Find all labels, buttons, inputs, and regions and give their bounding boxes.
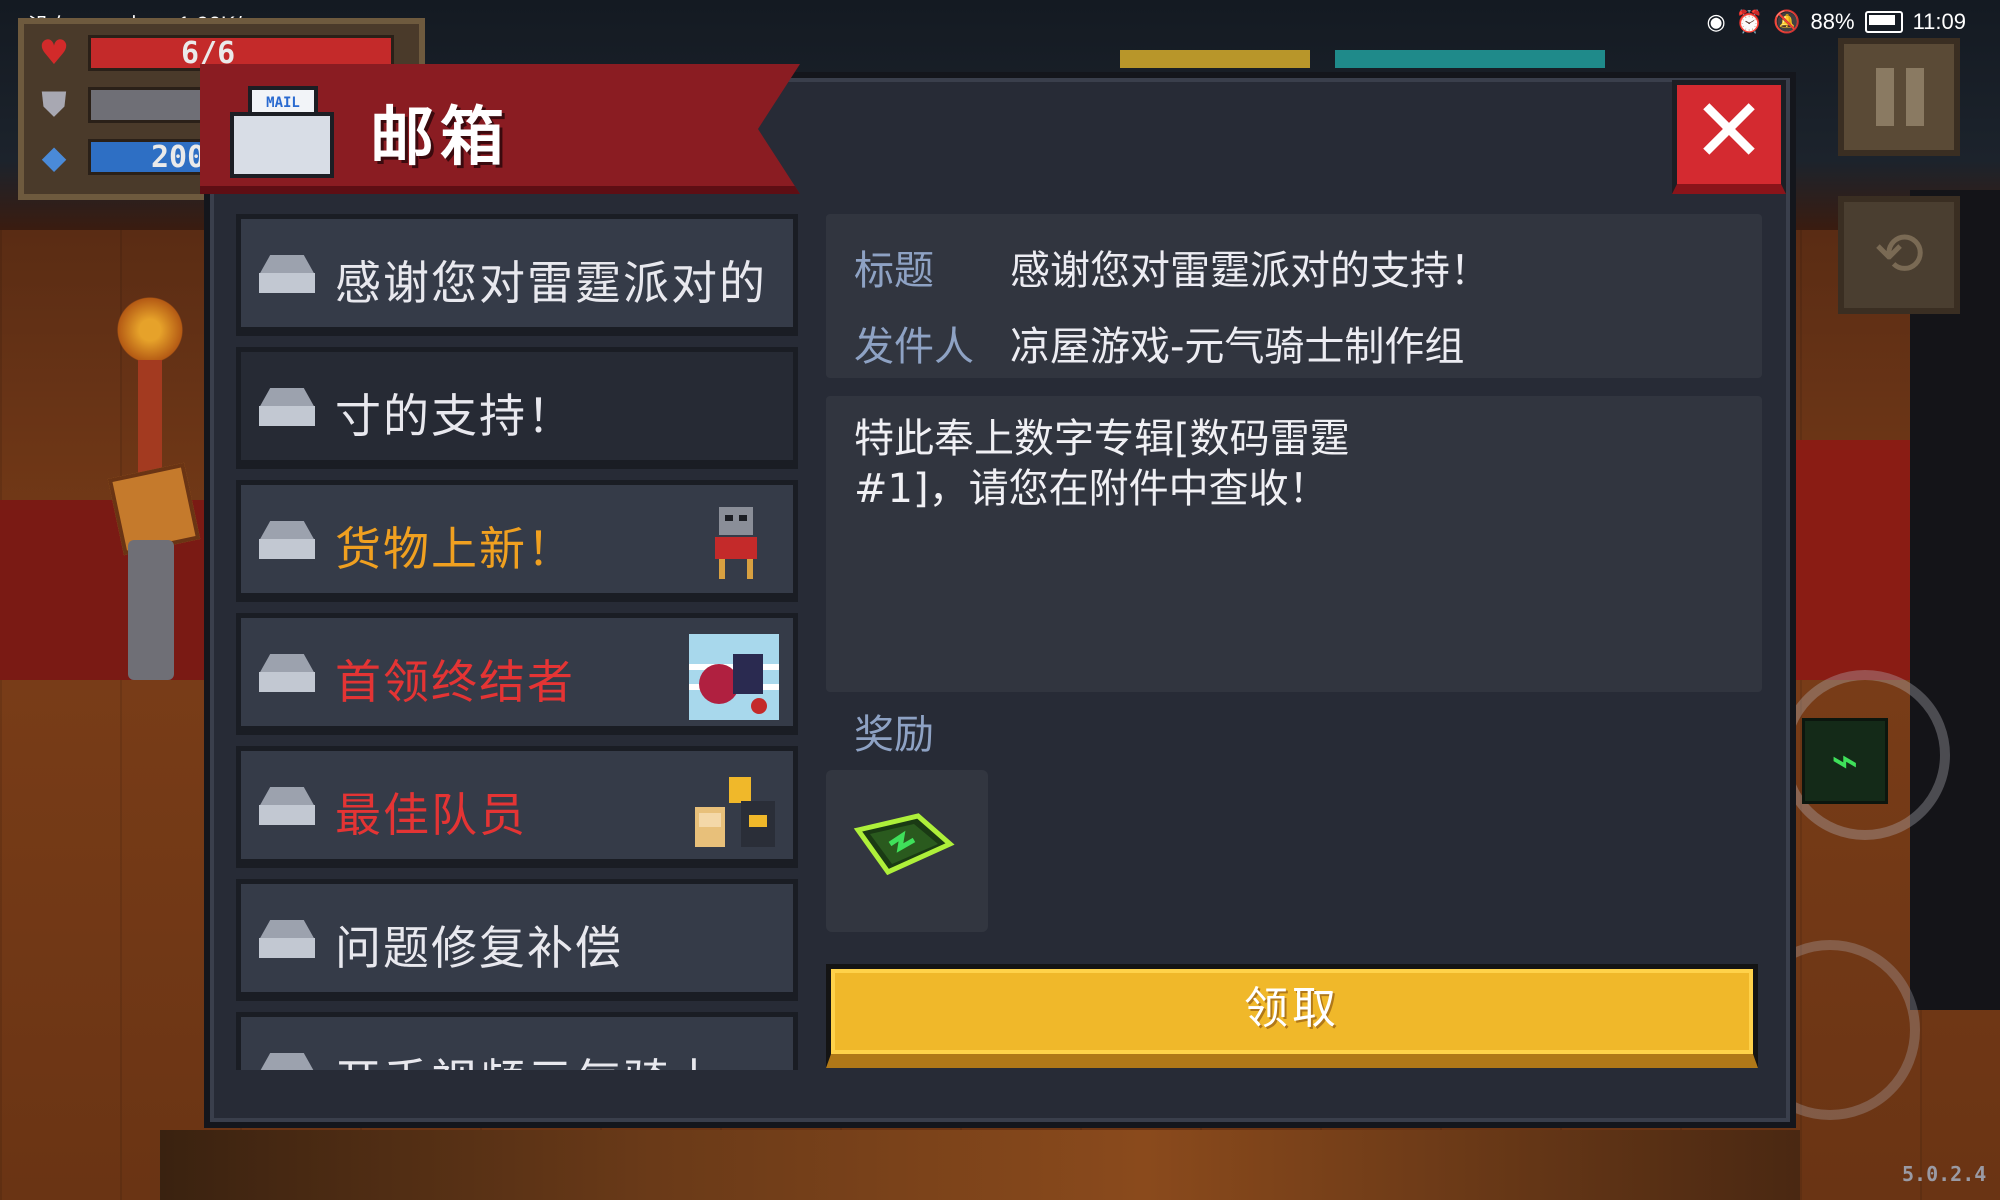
- merchant-character-icon: [715, 507, 757, 579]
- version-label: 5.0.2.4: [1902, 1162, 1987, 1186]
- eye-icon: ◉: [1706, 9, 1726, 34]
- mail-item-label: 开手视频元气骑士: [335, 1045, 719, 1070]
- claim-button[interactable]: 领取: [826, 964, 1758, 1068]
- pedestal-decoration: [128, 540, 174, 680]
- mail-item[interactable]: 开手视频元气骑士: [236, 1012, 798, 1070]
- skill-pulse-icon[interactable]: ⌁: [1802, 718, 1888, 804]
- alarm-icon: ⏰: [1735, 9, 1764, 34]
- envelope-icon: [259, 787, 315, 827]
- clock-time: 11:09: [1912, 9, 1966, 34]
- battery-percent: 88%: [1810, 9, 1855, 34]
- envelope-body: [230, 112, 334, 178]
- message-line-2: #1]，请您在附件中查收！: [854, 466, 1329, 512]
- swap-icon: ⟲: [1873, 219, 1925, 289]
- mail-item-label: 问题修复补偿: [335, 921, 623, 975]
- mail-icon-text: MAIL: [266, 95, 300, 111]
- shield-icon: ⛊: [41, 85, 67, 125]
- mail-item-label: 首领终结者: [335, 655, 575, 709]
- envelope-icon: [259, 920, 315, 960]
- lantern-decoration: [115, 290, 185, 370]
- subject-label: 标题: [854, 248, 934, 294]
- mail-list[interactable]: 感谢您对雷霆派对的 寸的支持！ 货物上新！ 首领终结者 最佳队员 问题修复补偿: [236, 214, 798, 1070]
- envelope-icon: [259, 388, 315, 428]
- reward-label: 奖励: [854, 712, 934, 758]
- envelope-icon: [259, 1053, 315, 1070]
- mail-item-label: 感谢您对雷霆派对的: [335, 256, 767, 310]
- energy-value: 200: [151, 140, 206, 175]
- mail-item[interactable]: 最佳队员: [236, 746, 798, 868]
- battery-icon: [1864, 11, 1903, 33]
- close-button[interactable]: ✕: [1672, 80, 1786, 194]
- mail-item-label: 最佳队员: [335, 788, 527, 842]
- envelope-icon: [259, 255, 315, 295]
- background-characters: [160, 1130, 1800, 1200]
- energy-gem-icon: ◆: [41, 138, 67, 176]
- boss-killer-badge-icon: [689, 634, 779, 720]
- mailbox-title: 邮箱: [370, 101, 510, 175]
- mail-item-label: 寸的支持！: [335, 389, 575, 443]
- pause-button[interactable]: [1838, 38, 1960, 156]
- subject-value: 感谢您对雷霆派对的支持！: [1010, 248, 1490, 294]
- mail-item[interactable]: 问题修复补偿: [236, 879, 798, 1001]
- sender-value: 凉屋游戏-元气骑士制作组: [1010, 324, 1465, 370]
- envelope-icon: [259, 521, 315, 561]
- mute-icon: 🔕: [1773, 9, 1801, 34]
- top-teal-bar: [1335, 50, 1605, 68]
- swap-weapon-button[interactable]: ⟲: [1838, 196, 1960, 314]
- pole-decoration: [138, 360, 162, 480]
- mail-info-panel: 标题 感谢您对雷霆派对的支持！ 发件人 凉屋游戏-元气骑士制作组: [826, 214, 1762, 378]
- message-body: 特此奉上数字专辑[数码雷霆 #1]，请您在附件中查收！: [854, 414, 1454, 514]
- best-teammate-badge-icon: [695, 777, 775, 847]
- mail-item[interactable]: 寸的支持！: [236, 347, 798, 469]
- mail-item[interactable]: 货物上新！: [236, 480, 798, 602]
- top-yellow-bar: [1120, 50, 1310, 68]
- mail-item-label: 货物上新！: [335, 522, 575, 576]
- message-line-1: 特此奉上数字专辑[数码雷霆: [854, 416, 1350, 462]
- reward-slot[interactable]: [826, 770, 988, 932]
- mail-message-panel: 特此奉上数字专辑[数码雷霆 #1]，请您在附件中查收！: [826, 396, 1762, 692]
- heart-icon: ♥: [38, 33, 70, 73]
- claim-button-label: 领取: [1244, 983, 1340, 1034]
- mail-item-selected[interactable]: 感谢您对雷霆派对的: [236, 214, 798, 336]
- digital-album-ticket-icon: [853, 813, 955, 876]
- sender-label: 发件人: [854, 324, 974, 370]
- mail-item[interactable]: 首领终结者: [236, 613, 798, 735]
- close-icon: ✕: [1692, 79, 1766, 182]
- mail-envelope-icon: MAIL: [228, 82, 338, 182]
- envelope-icon: [259, 654, 315, 694]
